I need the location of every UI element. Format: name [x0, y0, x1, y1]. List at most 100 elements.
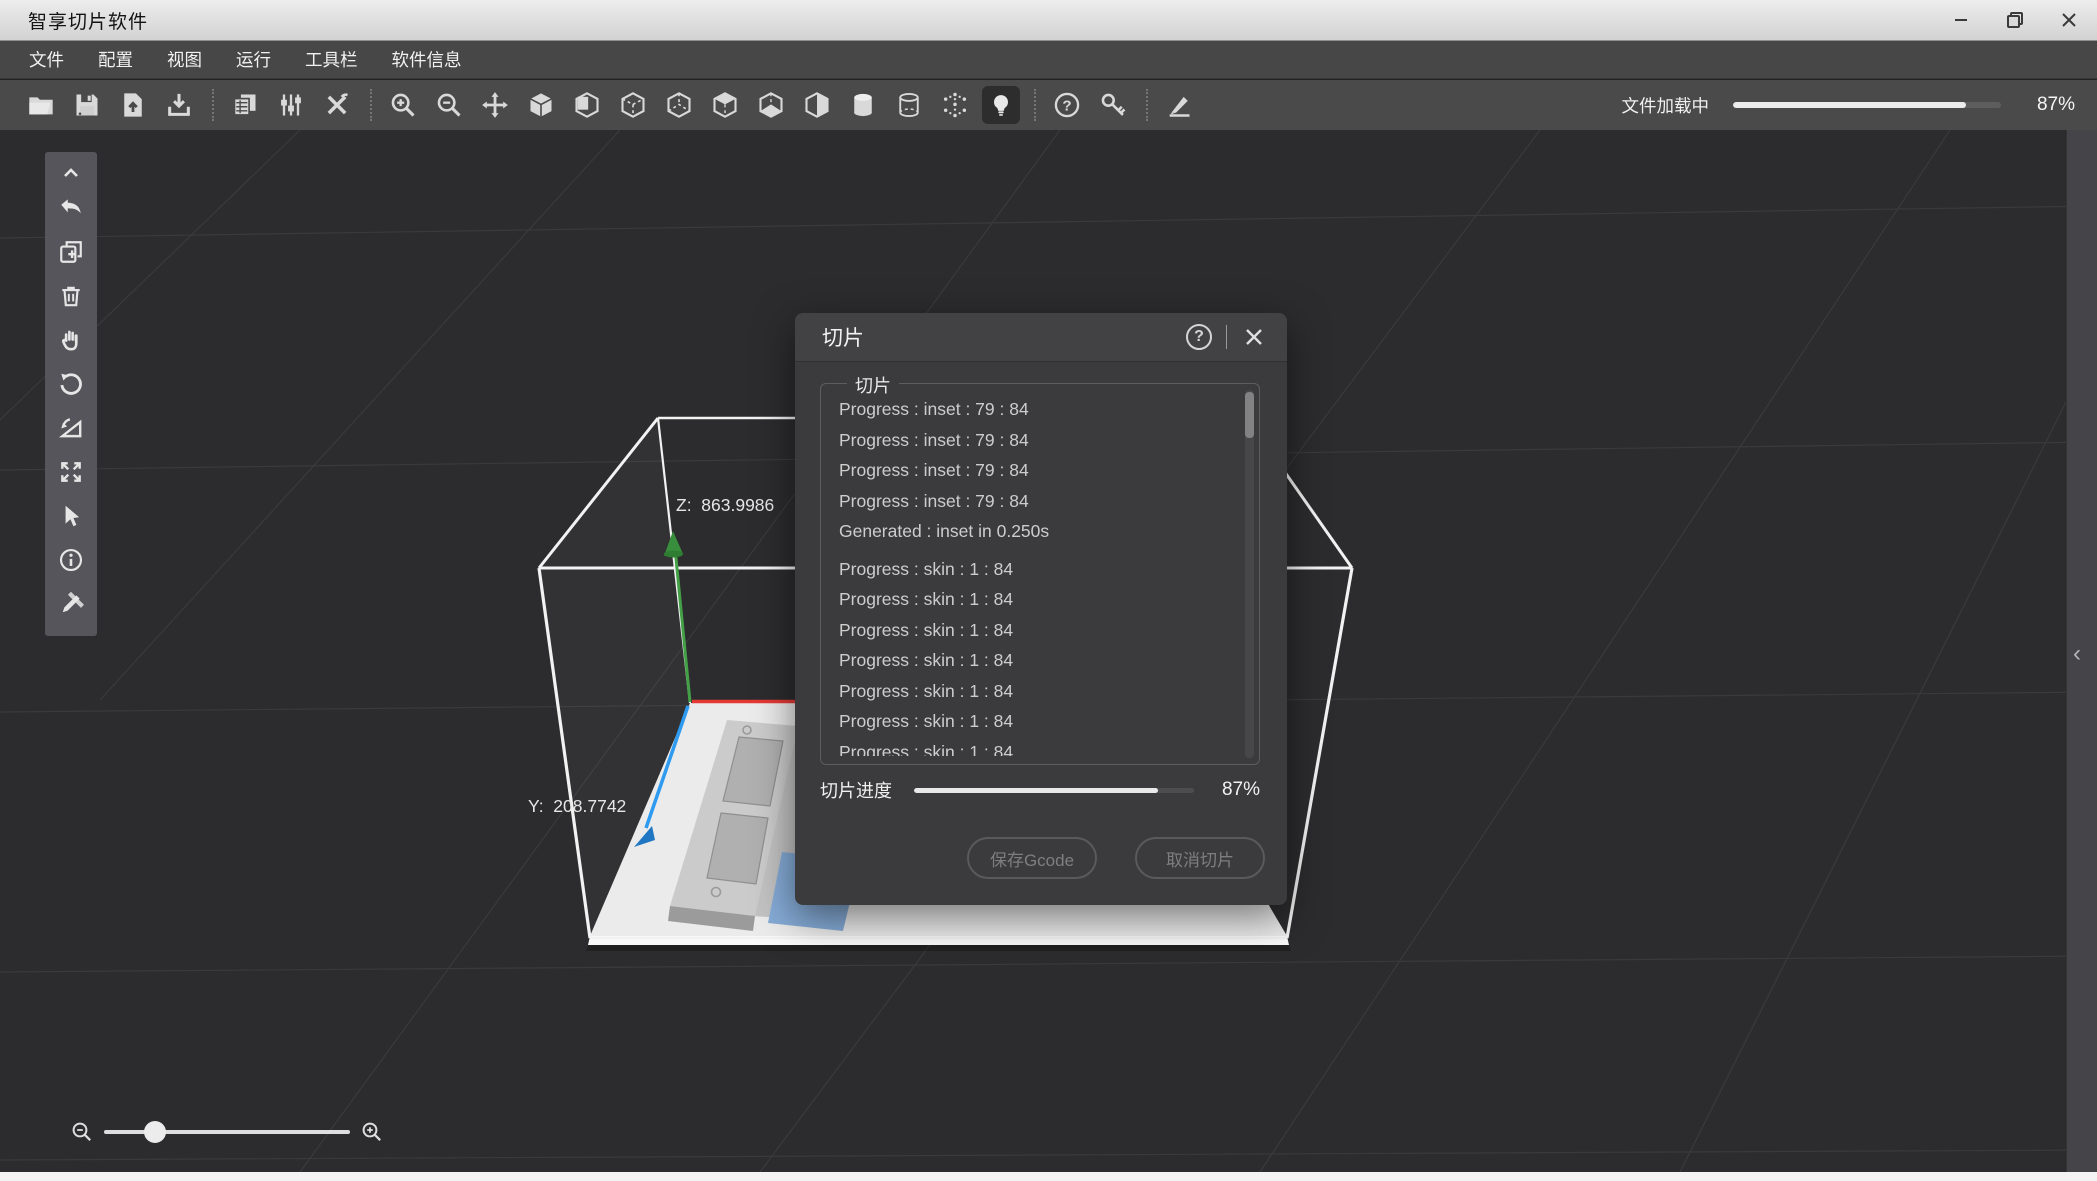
viewport-3d[interactable]: Z: 863.9986 Y: 208.7742 — [0, 130, 2097, 1172]
restore-icon — [2006, 11, 2024, 29]
log-line: Progress : skin : 1 : 84 — [839, 676, 1219, 707]
file-loading-progressbar — [1733, 102, 2001, 108]
export-icon[interactable] — [160, 86, 198, 124]
menu-file[interactable]: 文件 — [12, 41, 81, 78]
application-window: 智享切片软件 文件 配置 视图 运行 工具栏 软件信息 — [0, 0, 2097, 1181]
log-scrollbar-thumb[interactable] — [1245, 392, 1254, 438]
right-panel-strip: ‹ — [2066, 130, 2097, 1172]
toolbar-separator — [1146, 89, 1148, 121]
tools-icon[interactable] — [318, 86, 356, 124]
zoom-control — [70, 1120, 384, 1144]
dialog-close-icon — [1244, 327, 1264, 347]
log-line: Progress : inset : 79 : 84 — [839, 394, 1219, 425]
zoom-in-icon[interactable] — [384, 86, 422, 124]
cube-solid-icon[interactable] — [522, 86, 560, 124]
light-icon[interactable] — [982, 86, 1020, 124]
cube-wireframe-icon[interactable] — [614, 86, 652, 124]
y-axis-label: Y: 208.7742 — [528, 796, 626, 817]
select-icon[interactable] — [51, 496, 91, 536]
svg-text:?: ? — [1062, 97, 1071, 114]
cube-dashed-icon[interactable] — [660, 86, 698, 124]
side-tool-palette — [45, 152, 97, 636]
cube-section-icon[interactable] — [798, 86, 836, 124]
duplicate-icon[interactable] — [51, 232, 91, 272]
save-icon[interactable] — [68, 86, 106, 124]
import-model-icon[interactable] — [114, 86, 152, 124]
delete-icon[interactable] — [51, 276, 91, 316]
log-scrollbar-track[interactable] — [1245, 390, 1254, 758]
file-loading-area: 文件加载中 87% — [1622, 93, 2097, 118]
expand-right-panel-icon[interactable]: ‹ — [2073, 642, 2081, 666]
cube-top-icon[interactable] — [706, 86, 744, 124]
slice-progress-percent: 87% — [1216, 779, 1260, 801]
bottom-edge-strip — [0, 1172, 2097, 1181]
slice-progress-fill — [914, 788, 1158, 793]
menu-run[interactable]: 运行 — [219, 41, 288, 78]
slice-log-list[interactable]: Progress : inset : 79 : 84 Progress : in… — [839, 394, 1219, 756]
log-line: Progress : skin : 1 : 84 — [839, 615, 1219, 646]
file-loading-progress-fill — [1733, 102, 1966, 108]
minimize-button[interactable] — [1947, 6, 1975, 34]
menu-view[interactable]: 视图 — [150, 41, 219, 78]
info-icon[interactable] — [51, 540, 91, 580]
toolbar-separator — [1034, 89, 1036, 121]
annotate-icon[interactable] — [1160, 86, 1198, 124]
menu-bar: 文件 配置 视图 运行 工具栏 软件信息 — [0, 41, 2097, 79]
menu-config[interactable]: 配置 — [81, 41, 150, 78]
toolbar-separator — [212, 89, 214, 121]
menu-toolbar[interactable]: 工具栏 — [288, 41, 375, 78]
dialog-button-row: 保存Gcode 取消切片 — [795, 837, 1287, 879]
copy-params-icon[interactable] — [226, 86, 264, 124]
minimize-icon — [1953, 12, 1969, 28]
zoom-out-slider-icon[interactable] — [70, 1120, 94, 1144]
maximize-icon[interactable] — [51, 452, 91, 492]
close-button[interactable] — [2055, 6, 2083, 34]
move-icon[interactable] — [476, 86, 514, 124]
help-icon[interactable]: ? — [1048, 86, 1086, 124]
window-title: 智享切片软件 — [28, 7, 148, 34]
window-controls — [1947, 0, 2083, 40]
log-line: Progress : skin : 1 : 84 — [839, 554, 1219, 585]
zoom-out-icon[interactable] — [430, 86, 468, 124]
slice-progress-row: 切片进度 87% — [820, 778, 1260, 802]
log-line: Progress : skin : 1 : 84 — [839, 584, 1219, 615]
sliders-icon[interactable] — [272, 86, 310, 124]
log-line: Generated : inset in 0.250s — [839, 516, 1219, 547]
file-loading-label: 文件加载中 — [1622, 93, 1710, 118]
main-toolbar: ? 文件加载中 87% — [0, 80, 2097, 130]
mirror-icon[interactable] — [51, 408, 91, 448]
undo-icon[interactable] — [51, 188, 91, 228]
slice-dialog-title: 切片 — [822, 322, 864, 352]
zoom-slider-track[interactable] — [104, 1130, 350, 1134]
cube-bottom-icon[interactable] — [752, 86, 790, 124]
menu-about[interactable]: 软件信息 — [375, 41, 479, 78]
log-line: Progress : inset : 79 : 84 — [839, 425, 1219, 456]
log-line: Progress : inset : 79 : 84 — [839, 486, 1219, 517]
cancel-slice-button[interactable]: 取消切片 — [1135, 837, 1265, 879]
z-axis-label: Z: 863.9986 — [676, 495, 774, 516]
cylinder-wireframe-icon[interactable] — [890, 86, 928, 124]
dialog-close-button[interactable] — [1241, 324, 1267, 350]
restore-button[interactable] — [2001, 6, 2029, 34]
log-line: Progress : skin : 1 : 84 — [839, 645, 1219, 676]
dialog-help-icon[interactable]: ? — [1186, 324, 1212, 350]
collapse-up-icon[interactable] — [51, 160, 91, 186]
edit-tools-icon[interactable] — [51, 584, 91, 624]
slice-dialog-header-buttons: ? — [1186, 324, 1267, 350]
slice-dialog-header[interactable]: 切片 ? — [795, 313, 1287, 362]
pan-icon[interactable] — [51, 320, 91, 360]
slice-progress-label: 切片进度 — [820, 777, 892, 803]
save-gcode-button[interactable]: 保存Gcode — [967, 837, 1097, 879]
zoom-in-slider-icon[interactable] — [360, 1120, 384, 1144]
file-loading-percent: 87% — [2029, 94, 2075, 116]
cylinder-icon[interactable] — [844, 86, 882, 124]
key-icon[interactable] — [1094, 86, 1132, 124]
close-icon — [2061, 12, 2077, 28]
open-folder-icon[interactable] — [22, 86, 60, 124]
point-cloud-icon[interactable] — [936, 86, 974, 124]
zoom-slider-handle[interactable] — [144, 1121, 166, 1143]
cube-page-icon[interactable] — [568, 86, 606, 124]
toolbar-separator — [370, 89, 372, 121]
rotate-icon[interactable] — [51, 364, 91, 404]
log-line: Progress : skin : 1 : 84 — [839, 706, 1219, 737]
